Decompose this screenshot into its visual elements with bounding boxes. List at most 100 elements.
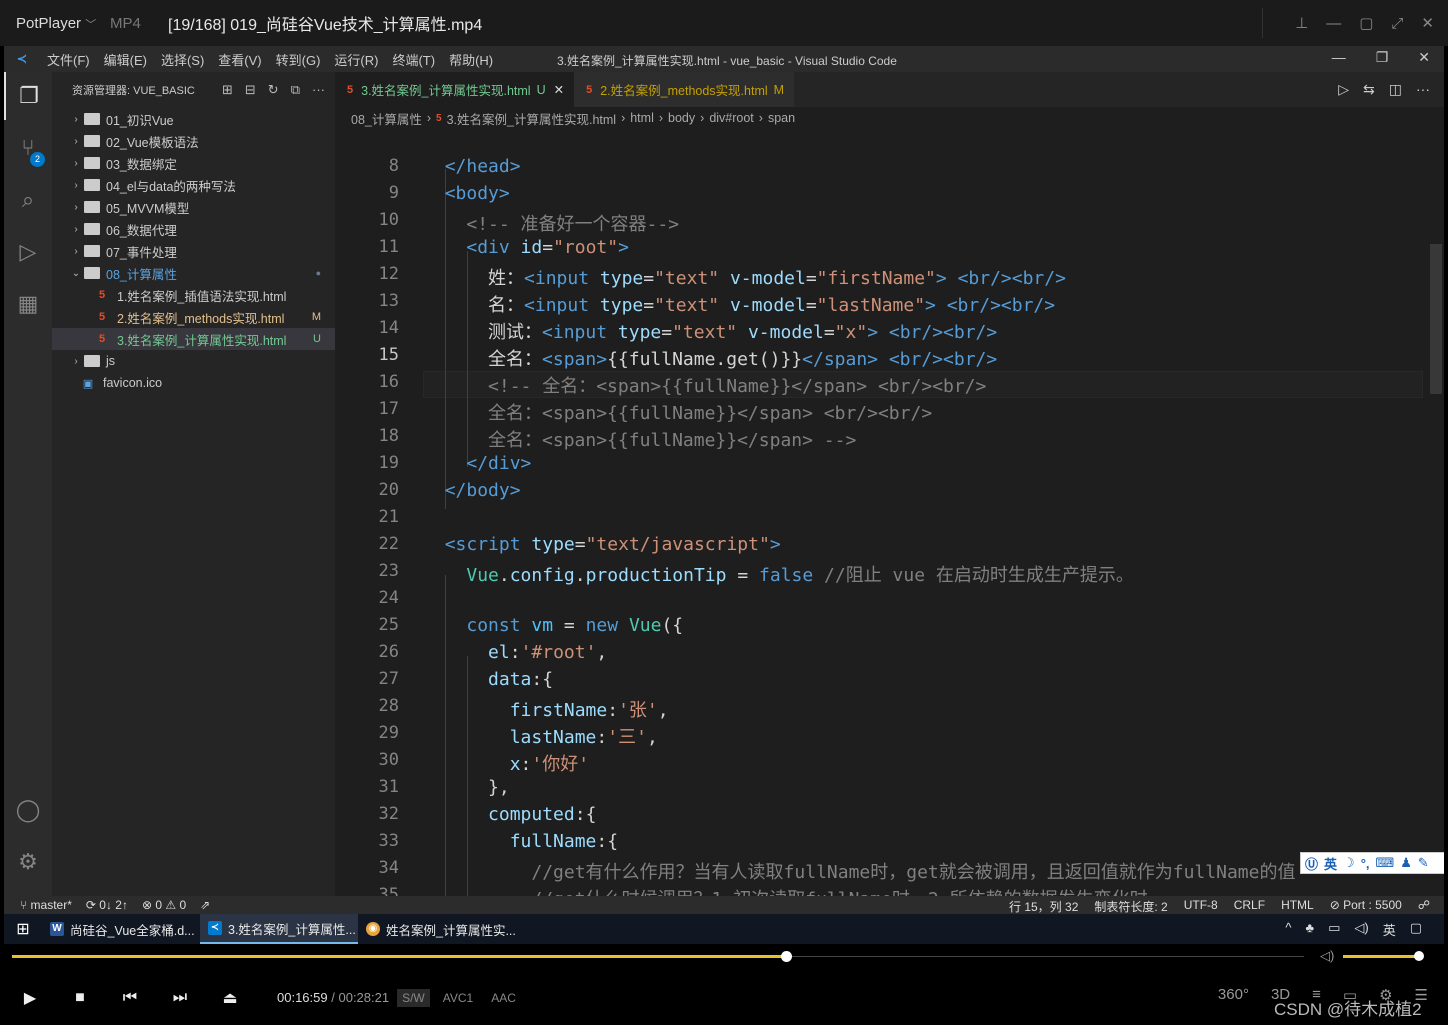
code-line[interactable]: el:'#root', bbox=[423, 642, 607, 663]
code-line[interactable]: }, bbox=[423, 777, 510, 798]
code-line[interactable]: 姓：<input type="text" v-model="firstName"… bbox=[423, 264, 1066, 290]
tab-methods[interactable]: 5 2.姓名案例_methods实现.html M bbox=[574, 72, 795, 107]
tab-size[interactable]: 制表符长度: 2 bbox=[1094, 898, 1167, 914]
stop-icon[interactable]: ■ bbox=[55, 989, 105, 1007]
problems-status[interactable]: ⊗ 0 ⚠ 0 bbox=[142, 898, 186, 912]
tree-file[interactable]: 5 2.姓名案例_methods实现.html M bbox=[52, 306, 335, 328]
tree-folder-open[interactable]: ⌄ 08_计算属性 ● bbox=[52, 262, 335, 284]
previous-icon[interactable]: ⏮ bbox=[105, 989, 155, 1007]
refresh-icon[interactable]: ↻ bbox=[268, 82, 279, 98]
tree-folder[interactable]: › 04_el与data的两种写法 bbox=[52, 174, 335, 196]
code-line[interactable]: firstName:'张', bbox=[423, 696, 669, 722]
code-line[interactable]: <!-- 全名：<span>{{fullName}}</span> <br/><… bbox=[423, 372, 986, 398]
code-line[interactable]: 全名：<span>{{fullName}}</span> <br/><br/> bbox=[423, 399, 932, 425]
code-line[interactable]: 测试：<input type="text" v-model="x"> <br/>… bbox=[423, 318, 997, 344]
sync-status[interactable]: ⟳ 0↓ 2↑ bbox=[86, 898, 128, 912]
code-line[interactable]: //get有什么作用？当有人读取fullName时，get就会被调用，且返回值就… bbox=[423, 858, 1295, 884]
tree-folder[interactable]: › 07_事件处理 bbox=[52, 240, 335, 262]
eject-icon[interactable]: ⏏ bbox=[205, 988, 255, 1008]
close-icon[interactable]: ✕ bbox=[1418, 49, 1430, 66]
code-line[interactable]: x:'你好' bbox=[423, 750, 589, 776]
more-actions-icon[interactable]: ··· bbox=[312, 82, 325, 98]
punctuation-icon[interactable]: °, bbox=[1361, 856, 1370, 871]
code-editor[interactable]: 8 9 10 11 12 13 14 15 16 17 18 19 20 21 22 23 24 25 26 27 28… bbox=[335, 129, 1444, 896]
breadcrumb-item[interactable]: html bbox=[630, 111, 654, 125]
code-line[interactable]: //get什么时候调用？1.初次读取fullName时。2.所依赖的数据发生变化… bbox=[423, 885, 1165, 896]
menu-file[interactable]: 文件(F) bbox=[40, 50, 97, 69]
code-line[interactable]: fullName:{ bbox=[423, 831, 618, 852]
new-folder-icon[interactable]: ⊟ bbox=[245, 82, 256, 98]
moon-icon[interactable]: ☽ bbox=[1343, 855, 1355, 871]
menu-selection[interactable]: 选择(S) bbox=[154, 50, 211, 69]
code-line[interactable]: <body> bbox=[423, 183, 510, 204]
split-editor-icon[interactable]: ◫ bbox=[1389, 81, 1402, 98]
battery-icon[interactable]: ▭ bbox=[1328, 920, 1340, 939]
git-branch[interactable]: ⑂ master* bbox=[20, 898, 72, 912]
breadcrumb-item[interactable]: 08_计算属性 bbox=[351, 109, 422, 128]
account-icon[interactable]: ◯ bbox=[4, 786, 52, 834]
menu-terminal[interactable]: 终端(T) bbox=[385, 50, 442, 69]
tree-file[interactable]: ▣ favicon.ico bbox=[52, 372, 335, 394]
seek-bar-filled[interactable] bbox=[12, 955, 786, 958]
menu-run[interactable]: 运行(R) bbox=[327, 50, 385, 69]
breadcrumb-item[interactable]: div#root bbox=[709, 111, 753, 125]
volume-icon[interactable]: ◁) bbox=[1320, 948, 1334, 964]
code-line[interactable]: <script type="text/javascript"> bbox=[423, 534, 781, 555]
tree-file[interactable]: 5 3.姓名案例_计算属性实现.html U bbox=[52, 328, 335, 350]
tree-folder[interactable]: › 03_数据绑定 bbox=[52, 152, 335, 174]
tray-expand-icon[interactable]: ^ bbox=[1285, 920, 1291, 939]
code-line[interactable]: </div> bbox=[423, 453, 531, 474]
code-line[interactable]: lastName:'三', bbox=[423, 723, 658, 749]
live-share-icon[interactable]: ⇗ bbox=[200, 898, 210, 912]
more-actions-icon[interactable]: ··· bbox=[1416, 81, 1430, 98]
code-line[interactable]: computed:{ bbox=[423, 804, 596, 825]
code-line[interactable]: </body> bbox=[423, 480, 521, 501]
code-line[interactable]: 全名：<span>{{fullName.get()}}</span> <br/>… bbox=[423, 345, 997, 371]
notification-icon[interactable]: ▢ bbox=[1410, 920, 1422, 939]
code-line[interactable]: <div id="root"> bbox=[423, 237, 629, 258]
wrench-icon[interactable]: ✎ bbox=[1418, 855, 1429, 871]
feedback-icon[interactable]: ☍ bbox=[1418, 898, 1430, 914]
tree-folder[interactable]: › 01_初识Vue bbox=[52, 108, 335, 130]
ime-language[interactable]: 英 bbox=[1324, 854, 1337, 873]
minimize-icon[interactable]: — bbox=[1326, 15, 1341, 32]
input-language[interactable]: 英 bbox=[1383, 920, 1396, 939]
play-icon[interactable]: ▶ bbox=[5, 988, 55, 1008]
player-logo[interactable]: PotPlayer ﹀ bbox=[0, 15, 110, 32]
line-ending[interactable]: CRLF bbox=[1234, 898, 1265, 914]
user-icon[interactable]: ♟ bbox=[1400, 855, 1412, 871]
menu-view[interactable]: 查看(V) bbox=[211, 50, 268, 69]
taskbar-item-vscode[interactable]: ≺ 3.姓名案例_计算属性... bbox=[200, 914, 358, 944]
search-icon[interactable]: ⌕ bbox=[4, 176, 52, 224]
settings-gear-icon[interactable]: ⚙ bbox=[4, 838, 52, 886]
breadcrumb-item[interactable]: 3.姓名案例_计算属性实现.html bbox=[447, 109, 616, 128]
cursor-position[interactable]: 行 15，列 32 bbox=[1009, 898, 1078, 914]
language-mode[interactable]: HTML bbox=[1281, 898, 1314, 914]
pin-icon[interactable]: ⊥ bbox=[1295, 14, 1308, 32]
minimize-icon[interactable]: — bbox=[1332, 49, 1346, 66]
encoding[interactable]: UTF-8 bbox=[1184, 898, 1218, 914]
code-line[interactable]: <!-- 准备好一个容器--> bbox=[423, 210, 679, 236]
tree-folder[interactable]: › js bbox=[52, 350, 335, 372]
run-icon[interactable]: ▷ bbox=[1338, 81, 1349, 98]
keyboard-icon[interactable]: ⌨ bbox=[1376, 855, 1395, 871]
extensions-icon[interactable]: ▦ bbox=[4, 280, 52, 328]
breadcrumb-item[interactable]: span bbox=[768, 111, 795, 125]
code-line[interactable]: data:{ bbox=[423, 669, 553, 690]
tree-file[interactable]: 5 1.姓名案例_插值语法实现.html bbox=[52, 284, 335, 306]
code-line[interactable]: 名：<input type="text" v-model="lastName">… bbox=[423, 291, 1055, 317]
restore-icon[interactable]: ❐ bbox=[1376, 49, 1389, 66]
code-line[interactable]: 全名：<span>{{fullName}}</span> --> bbox=[423, 426, 856, 452]
seek-bar-remaining[interactable] bbox=[785, 956, 1304, 957]
tray-app-icon[interactable]: ♣ bbox=[1306, 920, 1315, 939]
speaker-icon[interactable]: ◁) bbox=[1354, 920, 1368, 939]
compare-icon[interactable]: ⇆ bbox=[1363, 81, 1375, 98]
source-control-icon[interactable]: ⑂ 2 bbox=[4, 124, 52, 172]
live-server-port[interactable]: ⊘ Port : 5500 bbox=[1330, 898, 1402, 914]
seek-handle[interactable] bbox=[780, 951, 792, 962]
menu-help[interactable]: 帮助(H) bbox=[442, 50, 500, 69]
menu-edit[interactable]: 编辑(E) bbox=[97, 50, 154, 69]
tree-folder[interactable]: › 02_Vue模板语法 bbox=[52, 130, 335, 152]
taskbar-item-word[interactable]: W 尚硅谷_Vue全家桶.d... bbox=[42, 914, 200, 944]
maximize-icon[interactable]: ▢ bbox=[1359, 14, 1373, 32]
